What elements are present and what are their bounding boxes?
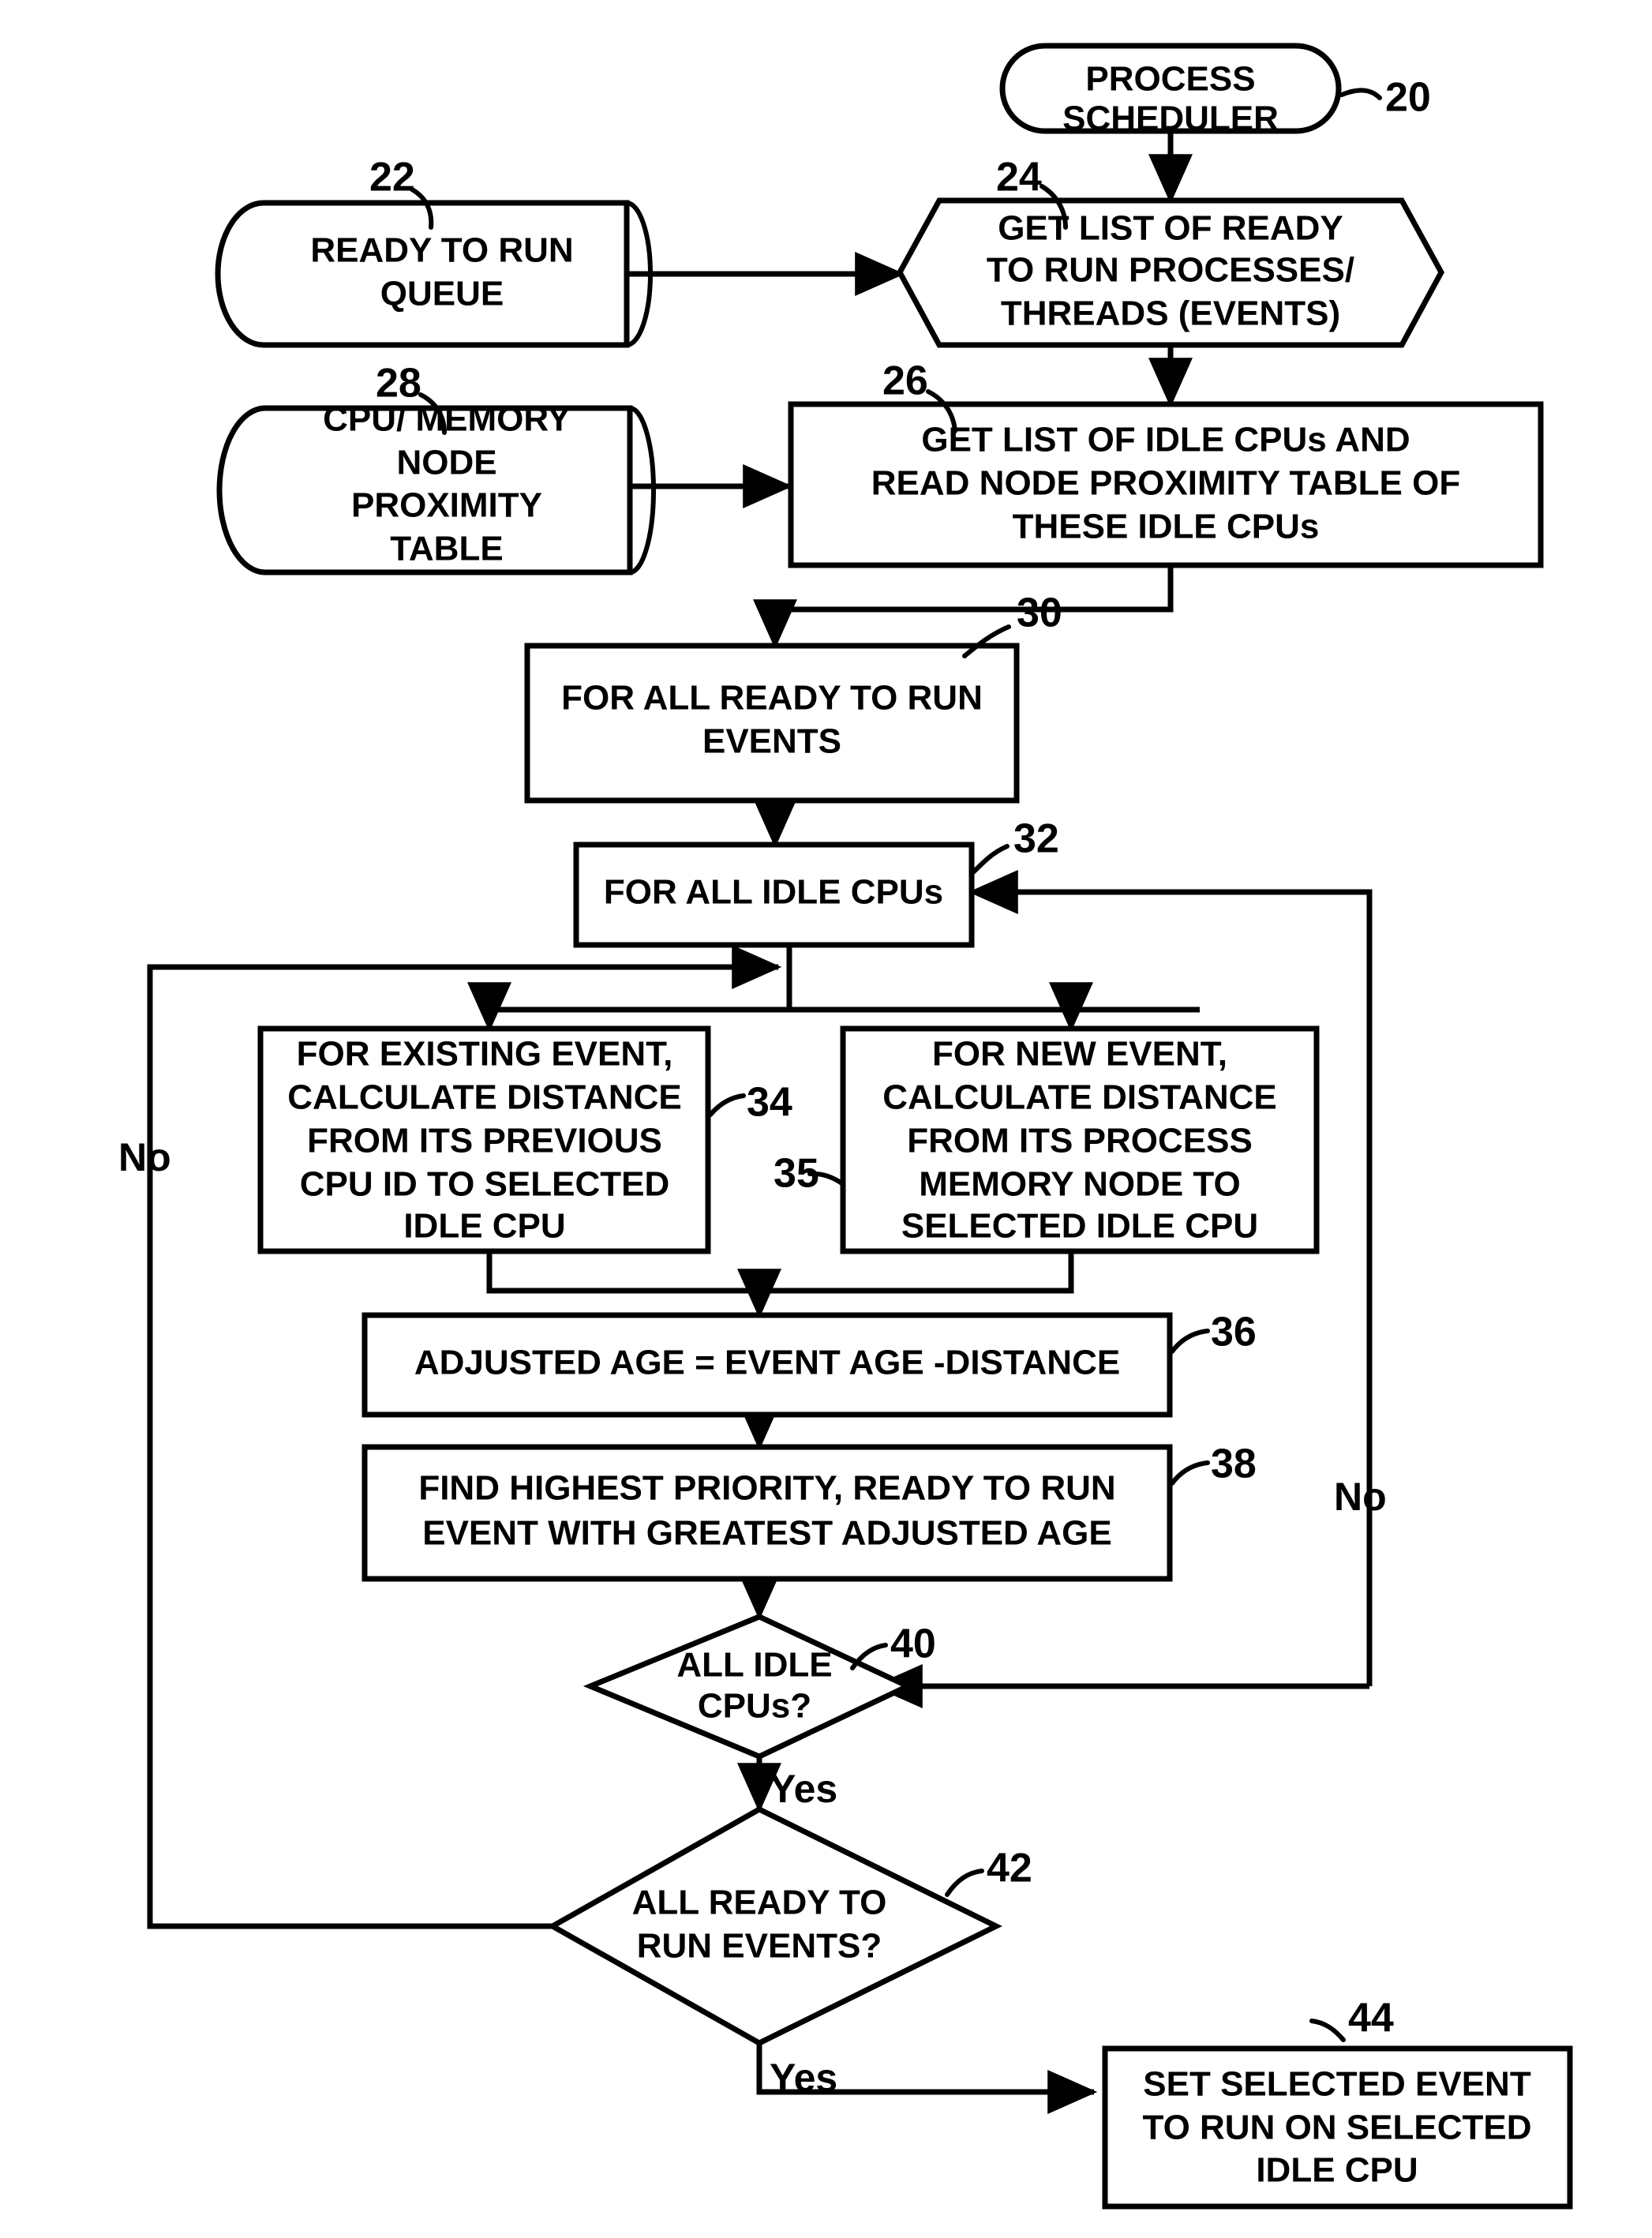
node-35-line-2: CALCULATE DISTANCE <box>882 1078 1276 1117</box>
node-22-line-1: READY TO RUN <box>310 231 573 270</box>
node-28-line-2: NODE <box>396 444 496 482</box>
node-44-line-2: TO RUN ON SELECTED <box>1142 2109 1531 2147</box>
node-38-line-2: EVENT WITH GREATEST ADJUSTED AGE <box>422 1514 1112 1553</box>
refnum-44: 44 <box>1348 1996 1394 2041</box>
leader-40 <box>850 1643 888 1670</box>
refnum-20: 20 <box>1385 75 1431 121</box>
edge-26-to-30 <box>753 565 1174 650</box>
node-40-line-1: ALL IDLE <box>676 1646 832 1685</box>
node-24-line-2: TO RUN PROCESSES/ <box>987 251 1354 290</box>
node-34-line-4: CPU ID TO SELECTED <box>300 1165 670 1204</box>
node-22-line-2: QUEUE <box>380 275 504 313</box>
refnum-42: 42 <box>987 1846 1032 1891</box>
node-38-find-highest-priority <box>361 1444 1173 1582</box>
refnum-35: 35 <box>774 1151 819 1197</box>
node-35-line-1: FOR NEW EVENT, <box>932 1035 1227 1074</box>
edge-label-yes-42: Yes <box>770 2056 837 2100</box>
edge-label-no-right: No <box>1334 1475 1387 1519</box>
refnum-24: 24 <box>996 155 1042 201</box>
refnum-36: 36 <box>1211 1310 1257 1355</box>
node-34-line-1: FOR EXISTING EVENT, <box>297 1035 673 1074</box>
refnum-30: 30 <box>1017 590 1062 636</box>
node-44-line-1: SET SELECTED EVENT <box>1143 2065 1531 2104</box>
refnum-28: 28 <box>376 361 421 407</box>
edge-label-yes-40: Yes <box>770 1767 837 1811</box>
node-34-line-2: CALCULATE DISTANCE <box>287 1078 681 1117</box>
node-35-line-3: FROM ITS PROCESS <box>907 1122 1253 1160</box>
node-34-line-5: IDLE CPU <box>403 1207 565 1246</box>
edge-35-to-36-leg <box>759 1251 1074 1294</box>
node-26-line-3: THESE IDLE CPUs <box>1013 508 1320 546</box>
node-26-line-2: READ NODE PROXIMITY TABLE OF <box>871 464 1460 503</box>
refnum-22: 22 <box>369 155 415 201</box>
node-30-line-2: EVENTS <box>702 722 841 761</box>
node-40-line-2: CPUs? <box>698 1687 811 1726</box>
edge-34-to-36-leg <box>486 1251 759 1294</box>
refnum-32: 32 <box>1013 816 1059 862</box>
node-28-line-3: PROXIMITY <box>351 486 542 525</box>
edge-label-no-left: No <box>118 1135 171 1179</box>
leader-44 <box>1309 2019 1346 2042</box>
refnum-38: 38 <box>1211 1441 1257 1487</box>
node-20-line-1: PROCESS <box>1085 60 1255 99</box>
flowchart-canvas: PROCESS SCHEDULER READY TO RUN QUEUE GET… <box>118 43 1573 2210</box>
refnum-26: 26 <box>882 358 928 404</box>
leader-32 <box>971 844 1010 875</box>
node-42-line-1: ALL READY TO <box>632 1884 887 1922</box>
leader-38 <box>1170 1460 1210 1486</box>
refnum-40: 40 <box>890 1621 936 1667</box>
node-28-line-1: CPU/ MEMORY <box>323 400 571 439</box>
node-36-line-1: ADJUSTED AGE = EVENT AGE -DISTANCE <box>414 1344 1120 1382</box>
node-42-line-2: RUN EVENTS? <box>637 1927 882 1966</box>
leader-36 <box>1170 1329 1210 1354</box>
node-35-line-4: MEMORY NODE TO <box>919 1165 1240 1204</box>
node-28-line-4: TABLE <box>390 530 503 568</box>
node-26-line-1: GET LIST OF IDLE CPUs AND <box>921 421 1410 459</box>
node-38-line-1: FIND HIGHEST PRIORITY, READY TO RUN <box>418 1469 1115 1508</box>
node-30-line-1: FOR ALL READY TO RUN <box>561 679 983 718</box>
node-20-line-2: SCHEDULER <box>1062 99 1279 138</box>
leader-20 <box>1339 88 1382 100</box>
node-44-line-3: IDLE CPU <box>1256 2151 1418 2190</box>
node-35-line-5: SELECTED IDLE CPU <box>901 1207 1258 1246</box>
node-24-line-1: GET LIST OF READY <box>998 209 1343 248</box>
leader-42 <box>945 1869 984 1897</box>
node-28-cylinder-right-cap <box>629 406 656 575</box>
node-34-line-3: FROM ITS PREVIOUS <box>307 1122 662 1160</box>
refnum-34: 34 <box>747 1080 792 1126</box>
figure-sheet: PROCESS SCHEDULER READY TO RUN QUEUE GET… <box>0 0 1652 2238</box>
leader-34 <box>708 1093 746 1117</box>
node-24-line-3: THREADS (EVENTS) <box>1001 294 1340 333</box>
node-32-line-1: FOR ALL IDLE CPUs <box>604 873 943 912</box>
